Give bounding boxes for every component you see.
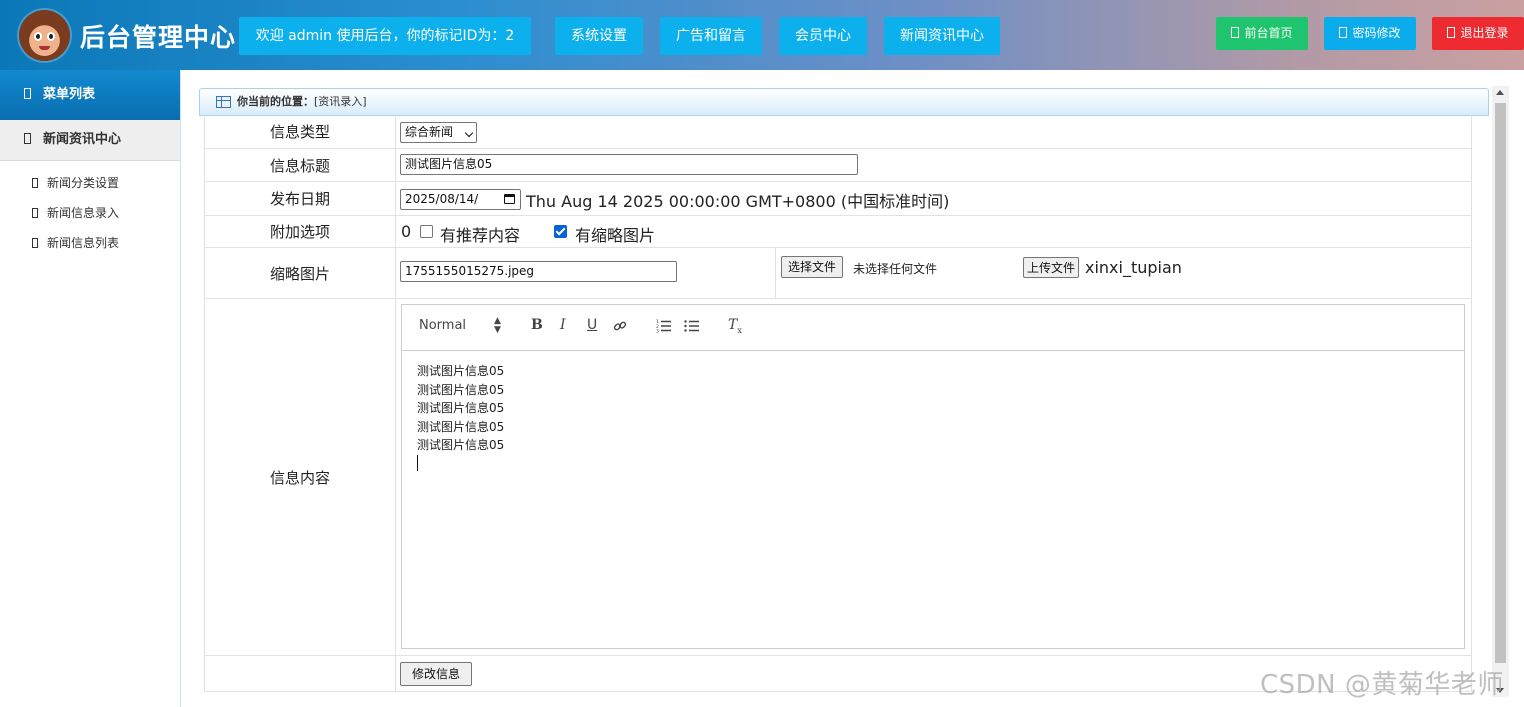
- row-type: 信息类型 综合新闻: [205, 115, 1471, 149]
- thumb-path-input[interactable]: 1755155015275.jpeg: [400, 261, 677, 282]
- bullet-icon: [32, 208, 38, 218]
- key-icon: [1339, 27, 1348, 38]
- calendar-icon: [504, 194, 515, 204]
- bold-button[interactable]: B: [531, 317, 543, 333]
- title-label: 信息标题: [205, 149, 396, 181]
- choose-file-button[interactable]: 选择文件: [781, 256, 844, 278]
- header-format-select[interactable]: Normal: [419, 318, 466, 333]
- type-label: 信息类型: [205, 115, 396, 148]
- watermark: CSDN @黄菊华老师: [1260, 670, 1504, 700]
- sidebar-group-news[interactable]: 新闻资讯中心: [0, 120, 180, 161]
- scroll-thumb[interactable]: [1495, 103, 1506, 663]
- folder-icon: [24, 133, 31, 144]
- sidebar-item-news-category[interactable]: 新闻分类设置: [32, 174, 119, 191]
- sidebar-item-news-list[interactable]: 新闻信息列表: [32, 234, 119, 251]
- type-select[interactable]: 综合新闻: [400, 122, 477, 143]
- upload-field-name: xinxi_tupian: [1085, 258, 1182, 277]
- logout-button[interactable]: 退出登录: [1432, 17, 1524, 50]
- table-icon: [216, 96, 231, 108]
- row-options: 附加选项 0 有推荐内容 有缩略图片: [205, 216, 1471, 248]
- no-file-text: 未选择任何文件: [853, 262, 938, 276]
- app-title: 后台管理中心: [80, 23, 237, 52]
- bullet-list-icon[interactable]: [684, 319, 700, 333]
- thumbnail-checkbox[interactable]: [554, 225, 567, 238]
- breadcrumb-value: [资讯录入]: [314, 95, 367, 108]
- page-scrollbar[interactable]: [1492, 86, 1509, 697]
- editor-toolbar: Normal ▲ ▼ B I U 1 2 3 Tx: [402, 305, 1464, 351]
- submit-label-cell: [205, 656, 396, 691]
- options-prefix: 0: [401, 222, 412, 241]
- recommend-checkbox[interactable]: [420, 225, 433, 238]
- updown-icon: ▲ ▼: [494, 316, 501, 335]
- menu-list-header: 菜单列表: [0, 70, 180, 120]
- editor-content[interactable]: 测试图片信息05 测试图片信息05 测试图片信息05 测试图片信息05 测试图片…: [417, 362, 504, 455]
- welcome-banner: 欢迎 admin 使用后台，你的标记ID为：2: [239, 17, 531, 55]
- sidebar: 菜单列表 新闻资讯中心 新闻分类设置 新闻信息录入 新闻信息列表: [0, 70, 181, 707]
- thumbnail-option-label: 有缩略图片: [575, 226, 656, 245]
- breadcrumb-label: 你当前的位置：: [237, 95, 314, 108]
- breadcrumb: 你当前的位置：[资讯录入]: [199, 88, 1489, 116]
- editor-line: 测试图片信息05: [417, 364, 505, 378]
- logout-icon: [1447, 27, 1456, 38]
- nav-member-center[interactable]: 会员中心: [779, 17, 867, 55]
- content-label: 信息内容: [205, 299, 396, 655]
- row-date: 发布日期 2025/08/14/ Thu Aug 14 2025 00:00:0…: [205, 182, 1471, 216]
- rich-text-editor: Normal ▲ ▼ B I U 1 2 3 Tx 测试图片信息05 测试图片信…: [401, 304, 1465, 649]
- top-header: 后台管理中心 欢迎 admin 使用后台，你的标记ID为：2 系统设置 广告和留…: [0, 0, 1524, 70]
- date-label: 发布日期: [205, 182, 396, 215]
- text-caret: [417, 455, 418, 471]
- menu-icon: [24, 88, 31, 99]
- upload-file-button[interactable]: 上传文件: [1023, 257, 1080, 278]
- nav-ads-messages[interactable]: 广告和留言: [660, 17, 762, 55]
- chevron-down-icon: [464, 128, 474, 138]
- sidebar-item-news-entry[interactable]: 新闻信息录入: [32, 204, 119, 221]
- logo-avatar: [19, 10, 70, 61]
- bullet-icon: [32, 238, 38, 248]
- row-title: 信息标题 测试图片信息05: [205, 149, 1471, 182]
- editor-line: 测试图片信息05: [417, 419, 505, 434]
- recommend-label: 有推荐内容: [440, 226, 521, 245]
- editor-line: 测试图片信息05: [417, 382, 505, 397]
- link-icon[interactable]: [613, 319, 627, 333]
- submit-button[interactable]: 修改信息: [400, 662, 473, 686]
- ordered-list-icon[interactable]: 1 2 3: [656, 319, 672, 333]
- nav-news-center[interactable]: 新闻资讯中心: [884, 17, 1000, 55]
- row-thumbnail: 缩略图片 1755155015275.jpeg 选择文件 未选择任何文件 上传文…: [205, 248, 1471, 299]
- row-content: 信息内容 Normal ▲ ▼ B I U 1 2 3 Tx 测试图片信息05 …: [205, 299, 1471, 656]
- svg-text:3: 3: [656, 329, 659, 334]
- editor-line: 测试图片信息05: [417, 401, 505, 415]
- change-password-button[interactable]: 密码修改: [1324, 17, 1416, 50]
- home-icon: [1231, 27, 1240, 38]
- options-label: 附加选项: [205, 216, 396, 247]
- title-input[interactable]: 测试图片信息05: [400, 154, 858, 175]
- thumb-label: 缩略图片: [205, 248, 396, 298]
- news-edit-form: 信息类型 综合新闻 信息标题 测试图片信息05 发布日期 2025/08/14/…: [204, 115, 1472, 692]
- home-button[interactable]: 前台首页: [1216, 17, 1308, 50]
- clear-format-button[interactable]: Tx: [728, 317, 742, 335]
- italic-button[interactable]: I: [560, 317, 566, 333]
- editor-line: 测试图片信息05: [417, 438, 505, 452]
- thumb-divider: [775, 248, 776, 298]
- date-input[interactable]: 2025/08/14/: [400, 189, 521, 210]
- scroll-up-icon[interactable]: [1496, 90, 1504, 95]
- bullet-icon: [32, 178, 38, 188]
- nav-system-settings[interactable]: 系统设置: [555, 17, 643, 55]
- date-display: Thu Aug 14 2025 00:00:00 GMT+0800 (中国标准时…: [526, 192, 950, 211]
- underline-button[interactable]: U: [587, 317, 597, 333]
